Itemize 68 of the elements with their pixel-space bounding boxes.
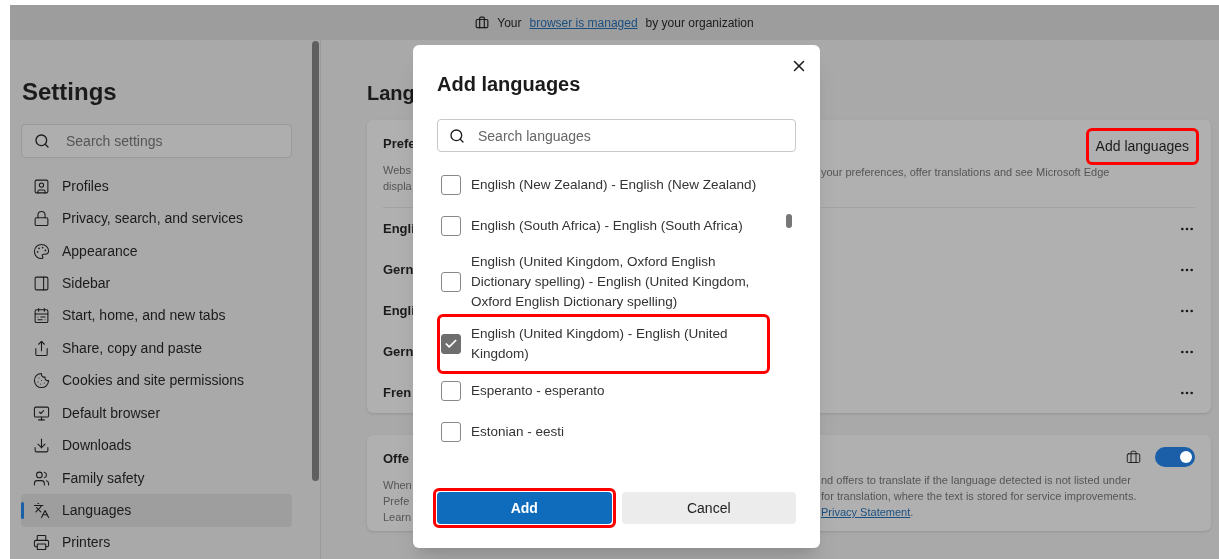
scrollbar-thumb[interactable] [786, 214, 792, 228]
description-text: Learn [383, 509, 413, 525]
language-option[interactable]: English (United Kingdom, Oxford English Dictionary spelling) - English (United Kingdom, Oxford English Dictionary spelling) [441, 252, 766, 312]
sidebar-item[interactable]: Privacy, search, and services [21, 202, 292, 235]
checkbox[interactable] [441, 334, 461, 354]
checkbox[interactable] [441, 421, 461, 442]
scrollbar-thumb[interactable] [312, 41, 319, 481]
settings-title: Settings [22, 77, 118, 107]
language-option[interactable]: English (South Africa) - English (South Africa) [441, 211, 743, 240]
sidebar-item[interactable]: Sidebar [21, 267, 292, 300]
description-text: your preferences, offer translations and see Microsoft Edge [821, 165, 1111, 180]
description-text: Webs [383, 162, 412, 178]
profile-icon [33, 177, 50, 195]
description-text: . [910, 505, 914, 520]
checkbox[interactable] [441, 215, 461, 236]
description-text: for translation, where the text is stored for service improvements. [821, 489, 1138, 504]
language-option[interactable]: English (United Kingdom) - English (United Kingdom) [441, 324, 766, 364]
sidebar-item[interactable]: Share, copy and paste [21, 332, 292, 365]
checkbox[interactable] [441, 174, 461, 195]
briefcase-icon [1126, 449, 1141, 465]
language-name: Gern [383, 342, 414, 361]
panel-icon [33, 274, 50, 292]
language-icon [33, 501, 50, 519]
page-title: Lang [367, 81, 415, 106]
people-icon [33, 469, 50, 487]
monitor-icon [33, 404, 50, 422]
sidebar-item[interactable]: Languages [21, 494, 292, 527]
sidebar-item[interactable]: Profiles [21, 170, 292, 203]
dialog-title: Add languages [437, 72, 581, 97]
description-text: nd offers to translate if the language detected is not listed under [821, 473, 1132, 488]
checkbox[interactable] [441, 272, 461, 292]
check-icon [444, 337, 458, 351]
sidebar-item[interactable]: Family safety [21, 461, 292, 495]
description-text: Prefe [383, 493, 411, 509]
palette-icon [33, 242, 50, 260]
card-title: Offe [383, 450, 410, 468]
search-field[interactable]: Search settings [21, 124, 292, 158]
selection-indicator [21, 502, 24, 520]
add-languages-button[interactable]: Add languages [1089, 132, 1195, 161]
cookie-icon [33, 372, 50, 390]
search-icon [34, 133, 50, 149]
download-icon [33, 437, 50, 455]
sidebar-item[interactable]: Downloads [21, 429, 292, 462]
search-field[interactable]: Search languages [437, 119, 796, 152]
sidebar-item[interactable]: Cookies and site permissions [21, 364, 292, 397]
briefcase-icon [475, 15, 490, 30]
sidebar-item[interactable]: Default browser [21, 396, 292, 430]
sidebar-item[interactable]: Appearance [21, 234, 292, 268]
description-text: When [383, 477, 413, 493]
language-name: Gern [383, 260, 414, 279]
language-name: Fren [383, 383, 413, 402]
banner-text: Your [497, 14, 522, 32]
share-icon [33, 339, 50, 357]
lock-icon [33, 210, 50, 228]
printer-icon [33, 534, 50, 552]
calendar-icon [33, 307, 50, 325]
banner-text: by your organization [645, 14, 754, 32]
language-option[interactable]: Esperanto - esperanto [441, 376, 605, 405]
language-option[interactable]: Estonian - eesti [441, 417, 565, 446]
checkbox[interactable] [441, 380, 461, 401]
description-text: displa [383, 178, 413, 194]
language-option[interactable]: English (New Zealand) - English (New Zealand) [441, 170, 757, 199]
sidebar-item[interactable]: Printers [21, 526, 292, 559]
search-icon [449, 128, 465, 144]
cancel-button[interactable]: Cancel [621, 492, 796, 524]
add-button[interactable]: Add [437, 492, 612, 524]
toggle-switch[interactable] [1155, 447, 1195, 467]
sidebar-item[interactable]: Start, home, and new tabs [21, 299, 292, 333]
